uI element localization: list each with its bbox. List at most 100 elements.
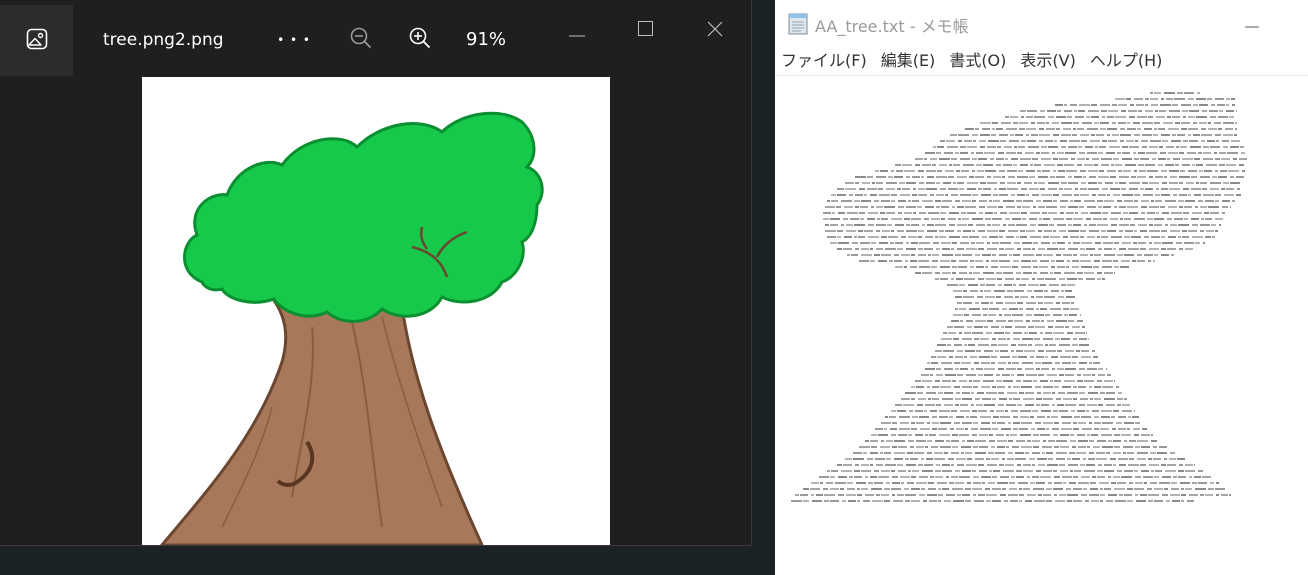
ascii-art-glyph-run [1007, 290, 1013, 292]
menu-edit[interactable]: 編集(E) [874, 48, 943, 74]
viewer-close-button[interactable] [695, 18, 735, 44]
ascii-art-glyph-run [921, 374, 929, 376]
ascii-art-glyph-run [1044, 296, 1055, 298]
ascii-art-glyph-run [1124, 494, 1132, 496]
ascii-art-glyph-run [881, 254, 891, 256]
ascii-art-glyph-run [1122, 152, 1130, 154]
ascii-art-glyph-run [1150, 98, 1158, 100]
ascii-art-glyph-run [1008, 440, 1013, 442]
ascii-art-glyph-run [884, 452, 891, 454]
ascii-art-glyph-run [1111, 164, 1114, 166]
ascii-art-glyph-run [991, 326, 999, 328]
ascii-art-glyph-run [1008, 452, 1013, 454]
ascii-art-glyph-run [912, 416, 918, 418]
viewer-minimize-button[interactable] [557, 18, 597, 44]
ascii-art-glyph-run [1121, 260, 1130, 262]
menu-help[interactable]: ヘルプ(H) [1083, 48, 1170, 74]
ascii-art-glyph-run [993, 416, 999, 418]
ascii-art-glyph-run [1179, 206, 1183, 208]
notepad-minimize-button[interactable] [1245, 14, 1273, 30]
viewer-app-button[interactable] [0, 5, 73, 76]
more-button[interactable]: • • • [276, 22, 312, 58]
ascii-art-glyph-run [959, 476, 970, 478]
zoom-out-button[interactable] [343, 22, 379, 58]
ascii-art-glyph-run [976, 164, 982, 166]
ascii-art-glyph-run [981, 476, 991, 478]
ascii-art-glyph-run [1087, 404, 1097, 406]
ascii-art-glyph-run [1042, 212, 1047, 214]
ascii-art-glyph-run [1102, 260, 1112, 262]
ascii-art-glyph-run [1032, 476, 1039, 478]
ascii-art-glyph-run [1060, 200, 1068, 202]
ascii-art-glyph-run [1127, 488, 1133, 490]
ascii-art-glyph-run [933, 146, 936, 148]
ascii-art-glyph-run [936, 176, 947, 178]
ascii-art-glyph-run [924, 410, 927, 412]
ascii-art-glyph-run [1066, 296, 1075, 298]
ascii-art-glyph-run [1048, 146, 1058, 148]
ascii-art-glyph-run [1054, 386, 1059, 388]
ascii-art-glyph-run [1073, 488, 1082, 490]
ascii-art-glyph-run [1069, 482, 1076, 484]
ascii-art-text-area[interactable] [775, 76, 1308, 575]
ascii-art-glyph-run [1071, 302, 1074, 304]
ascii-art-glyph-run [986, 332, 992, 334]
ascii-art-glyph-run [944, 452, 948, 454]
ascii-art-glyph-run [1000, 182, 1005, 184]
ascii-art-glyph-run [949, 212, 959, 214]
ascii-art-glyph-run [1098, 248, 1102, 250]
ascii-art-glyph-run [1071, 158, 1075, 160]
ascii-art-glyph-run [1141, 446, 1150, 448]
ascii-art-glyph-run [1106, 404, 1115, 406]
ascii-art-glyph-run [1053, 410, 1058, 412]
ascii-art-glyph-run [1125, 230, 1133, 232]
ascii-art-glyph-run [1159, 110, 1166, 112]
ascii-art-glyph-run [1142, 122, 1153, 124]
ascii-art-glyph-run [1103, 206, 1111, 208]
ascii-art-glyph-run [1023, 488, 1030, 490]
ascii-art-glyph-run [1018, 170, 1023, 172]
ascii-art-glyph-run [987, 464, 997, 466]
ascii-art-glyph-run [1012, 314, 1023, 316]
menu-file[interactable]: ファイル(F) [775, 48, 874, 74]
ascii-art-glyph-run [826, 482, 833, 484]
ascii-art-glyph-run [1108, 140, 1117, 142]
ascii-art-glyph-run [1045, 344, 1048, 346]
ascii-art-glyph-run [1067, 500, 1072, 502]
ascii-art-glyph-run [1107, 134, 1110, 136]
ascii-art-glyph-run [1102, 116, 1105, 118]
ascii-art-glyph-run [912, 200, 919, 202]
ascii-art-glyph-run [1149, 182, 1159, 184]
ascii-art-glyph-run [1081, 476, 1090, 478]
ascii-art-glyph-run [1119, 176, 1129, 178]
ascii-art-glyph-run [931, 356, 936, 358]
ascii-art-glyph-run [1134, 434, 1139, 436]
ascii-art-glyph-run [1125, 164, 1136, 166]
ascii-art-glyph-run [938, 392, 943, 394]
zoom-in-button[interactable] [402, 22, 438, 58]
ascii-art-glyph-run [895, 224, 904, 226]
viewer-maximize-button[interactable] [626, 18, 666, 44]
ascii-art-glyph-run [948, 176, 954, 178]
ascii-art-glyph-run [927, 230, 937, 232]
ascii-art-glyph-run [830, 488, 839, 490]
ascii-art-glyph-run [1203, 158, 1213, 160]
ascii-art-glyph-run [1098, 194, 1106, 196]
minimize-icon [1245, 14, 1261, 33]
ascii-art-glyph-run [906, 176, 910, 178]
ascii-art-glyph-run [1113, 410, 1119, 412]
menu-view[interactable]: 表示(V) [1013, 48, 1082, 74]
menu-format[interactable]: 書式(O) [942, 48, 1013, 74]
ascii-art-glyph-run [1043, 494, 1051, 496]
ascii-art-glyph-run [1066, 218, 1072, 220]
ascii-art-glyph-run [927, 176, 934, 178]
ascii-art-glyph-run [1098, 152, 1103, 154]
ascii-art-glyph-run [1101, 434, 1112, 436]
ascii-art-glyph-run [897, 248, 903, 250]
ascii-art-glyph-run [874, 200, 879, 202]
ascii-art-glyph-run [1141, 212, 1145, 214]
ascii-art-glyph-run [1100, 104, 1110, 106]
ascii-art-glyph-run [1097, 224, 1108, 226]
ascii-art-glyph-run [1073, 428, 1079, 430]
ascii-art-glyph-run [1077, 272, 1083, 274]
